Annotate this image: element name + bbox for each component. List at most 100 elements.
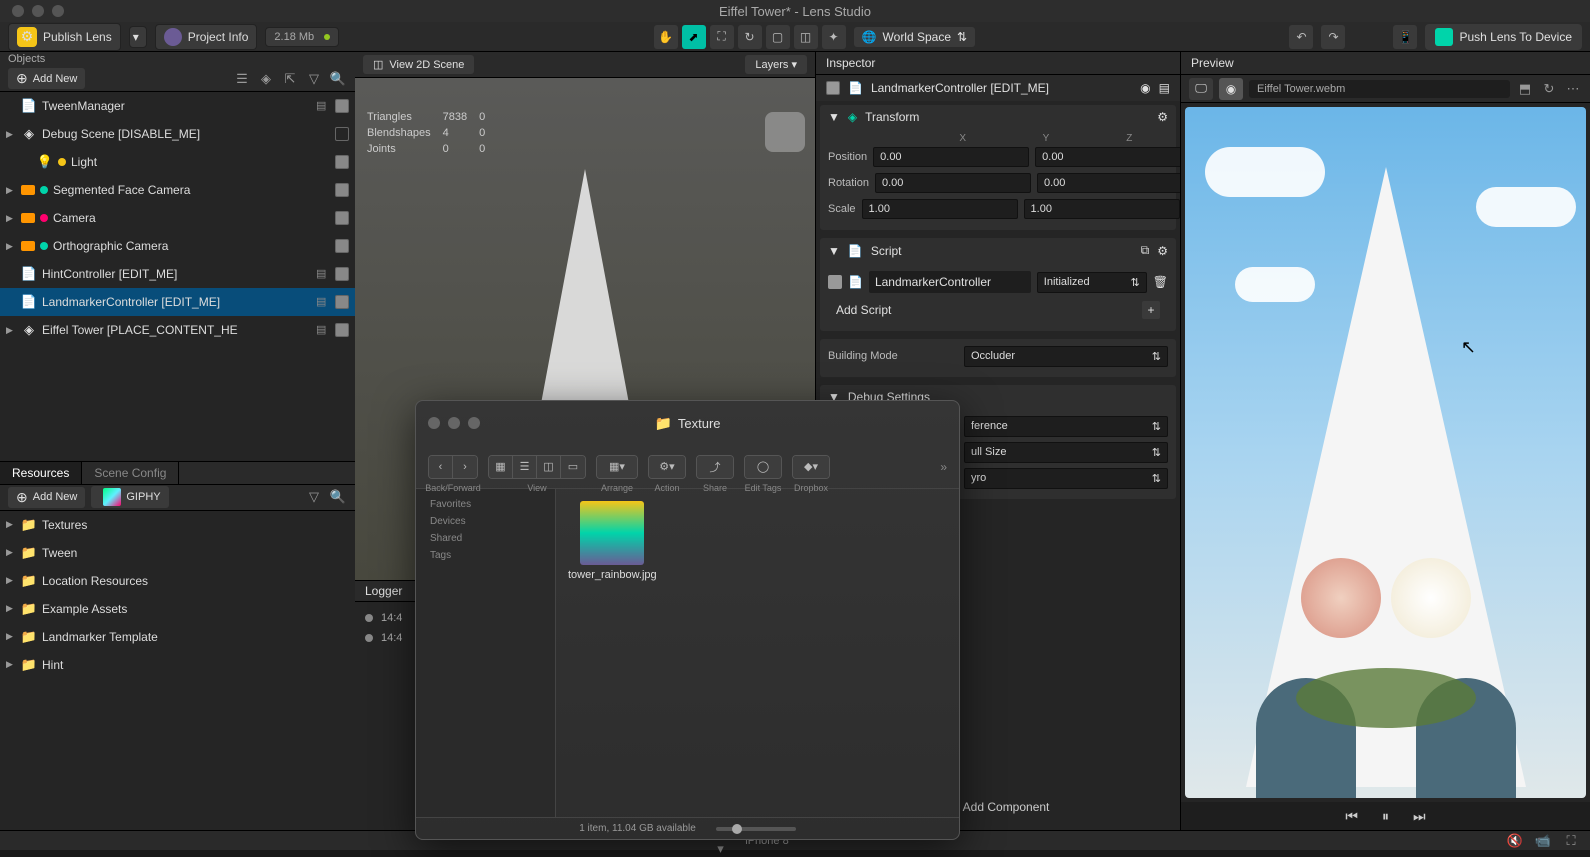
image-mode[interactable]: ◉ (1219, 78, 1243, 100)
dropbox-button[interactable]: ◆▾ (793, 456, 829, 478)
visibility-toggle[interactable] (335, 99, 349, 113)
expand-arrow[interactable]: ▶ (6, 241, 16, 252)
layer-icon[interactable]: ◉ (1140, 81, 1150, 95)
list-view[interactable]: ☰ (513, 456, 537, 478)
tab-scene-config[interactable]: Scene Config (82, 462, 179, 484)
undo-button[interactable]: ↶ (1289, 25, 1313, 49)
gear-icon[interactable]: ⚙ (1157, 110, 1168, 124)
share-button[interactable]: ⤴ (697, 456, 733, 478)
debug-select-3[interactable]: yro⇅ (964, 468, 1168, 489)
maximize-icon[interactable] (468, 417, 480, 429)
coordinate-space-select[interactable]: 🌐 World Space ⇅ (854, 27, 976, 47)
enabled-checkbox[interactable] (826, 81, 840, 95)
search-icon[interactable]: 🔍 (329, 70, 347, 88)
script-name-field[interactable]: LandmarkerController (869, 271, 1031, 293)
gallery-view[interactable]: ▭ (561, 456, 585, 478)
sidebar-favorites[interactable]: Favorites (416, 497, 555, 514)
filter-icon[interactable]: ▽ (305, 70, 323, 88)
delete-icon[interactable]: 🗑 (1153, 275, 1168, 289)
forward-button[interactable]: › (453, 456, 477, 478)
move-tool[interactable]: ⬈ (682, 25, 706, 49)
debug-select-1[interactable]: ference⇅ (964, 416, 1168, 437)
pan-tool[interactable]: ✋ (654, 25, 678, 49)
search-icon[interactable]: 🔍 (329, 488, 347, 506)
tree-item-light[interactable]: 💡 Light (0, 148, 355, 176)
close-icon[interactable] (428, 417, 440, 429)
resource-tween[interactable]: ▶📁Tween (0, 539, 355, 567)
preview-viewport[interactable]: ↖ (1185, 107, 1586, 798)
visibility-toggle[interactable] (335, 239, 349, 253)
view-mode-button[interactable]: ◫ View 2D Scene (363, 55, 474, 74)
rotation-y[interactable] (1037, 173, 1193, 193)
add-object-button[interactable]: ⊕ Add New (8, 68, 85, 89)
tag-icon[interactable]: ▤ (1159, 81, 1170, 95)
orientation-gizmo[interactable] (775, 148, 803, 176)
tree-item-eiffel-tower[interactable]: ▶ ◈ Eiffel Tower [PLACE_CONTENT_HE ▤ (0, 316, 355, 344)
sidebar-tags[interactable]: Tags (416, 548, 555, 565)
transform-header[interactable]: ▼ ◈ Transform ⚙ (820, 105, 1176, 129)
tree-item-debug-scene[interactable]: ▶ ◈ Debug Scene [DISABLE_ME] (0, 120, 355, 148)
minimize-window[interactable] (32, 5, 44, 17)
tree-item-ortho-camera[interactable]: ▶ Orthographic Camera (0, 232, 355, 260)
project-info-button[interactable]: Project Info (155, 24, 258, 50)
object-name[interactable]: LandmarkerController [EDIT_ME] (871, 81, 1132, 95)
arrange-button[interactable]: ▦▾ (597, 456, 637, 478)
position-y[interactable] (1035, 147, 1191, 167)
sidebar-shared[interactable]: Shared (416, 531, 555, 548)
debug-select-2[interactable]: ull Size⇅ (964, 442, 1168, 463)
rect-tool[interactable]: ◫ (794, 25, 818, 49)
publish-lens-button[interactable]: ⚙ Publish Lens (8, 23, 121, 51)
column-view[interactable]: ◫ (537, 456, 561, 478)
collapse-arrow[interactable]: ▼ (828, 244, 840, 258)
visibility-toggle[interactable] (335, 155, 349, 169)
position-x[interactable] (873, 147, 1029, 167)
visibility-toggle[interactable] (335, 323, 349, 337)
visibility-toggle[interactable] (335, 211, 349, 225)
record-icon[interactable]: 📹 (1534, 832, 1552, 850)
visibility-toggle[interactable] (335, 183, 349, 197)
redo-button[interactable]: ↷ (1321, 25, 1345, 49)
maximize-window[interactable] (52, 5, 64, 17)
more-icon[interactable]: ⋯ (1564, 80, 1582, 98)
flat-list-icon[interactable]: ☰ (233, 70, 251, 88)
tree-item-camera[interactable]: ▶ Camera (0, 204, 355, 232)
tab-resources[interactable]: Resources (0, 462, 82, 484)
overflow-icon[interactable]: » (940, 460, 947, 474)
collapse-arrow[interactable]: ▼ (828, 110, 840, 124)
tree-item-hintcontroller[interactable]: 📄 HintController [EDIT_ME] ▤ (0, 260, 355, 288)
resource-example[interactable]: ▶📁Example Assets (0, 595, 355, 623)
copy-icon[interactable]: ⧉ (1141, 243, 1150, 258)
expand-arrow[interactable]: ▶ (6, 185, 16, 196)
action-button[interactable]: ⚙▾ (649, 456, 685, 478)
webcam-mode[interactable]: 🖵 (1189, 78, 1213, 100)
scale-x[interactable] (862, 199, 1018, 219)
resource-location[interactable]: ▶📁Location Resources (0, 567, 355, 595)
push-to-device-button[interactable]: Push Lens To Device (1425, 24, 1582, 50)
icon-view[interactable]: ▦ (489, 456, 513, 478)
giphy-button[interactable]: GIPHY (91, 486, 168, 508)
gear-icon[interactable]: ⚙ (1157, 244, 1168, 258)
expand-arrow[interactable]: ▶ (6, 325, 16, 336)
finder-content[interactable]: tower_rainbow.jpg (556, 489, 959, 817)
publish-dropdown[interactable]: ▾ (129, 26, 147, 48)
tags-button[interactable]: ◯ (745, 456, 781, 478)
add-component-button[interactable]: ⊕ Add Component (947, 800, 1050, 814)
sidebar-devices[interactable]: Devices (416, 514, 555, 531)
finder-titlebar[interactable]: 📁 Texture (416, 401, 959, 445)
finder-window[interactable]: 📁 Texture ‹ › Back/Forward ▦ ☰ ◫ ▭ View … (415, 400, 960, 840)
script-header[interactable]: ▼ 📄 Script ⧉ ⚙ (820, 238, 1176, 263)
resource-hint[interactable]: ▶📁Hint (0, 651, 355, 679)
close-window[interactable] (12, 5, 24, 17)
tree-item-tweenmanager[interactable]: 📄 TweenManager ▤ (0, 92, 355, 120)
preview-file-select[interactable]: Eiffel Tower.webm (1249, 80, 1510, 98)
resource-textures[interactable]: ▶📁Textures (0, 511, 355, 539)
mute-icon[interactable]: 🔇 (1506, 832, 1524, 850)
tree-item-landmarkercontroller[interactable]: 📄 LandmarkerController [EDIT_ME] ▤ (0, 288, 355, 316)
minimize-icon[interactable] (448, 417, 460, 429)
next-frame-button[interactable]: ⏭ (1413, 808, 1426, 825)
pause-button[interactable]: ⏸ (1382, 808, 1389, 825)
visibility-toggle[interactable] (335, 267, 349, 281)
capture-icon[interactable]: ⬒ (1516, 80, 1534, 98)
visibility-toggle[interactable] (335, 295, 349, 309)
rotate-tool[interactable]: ↻ (738, 25, 762, 49)
